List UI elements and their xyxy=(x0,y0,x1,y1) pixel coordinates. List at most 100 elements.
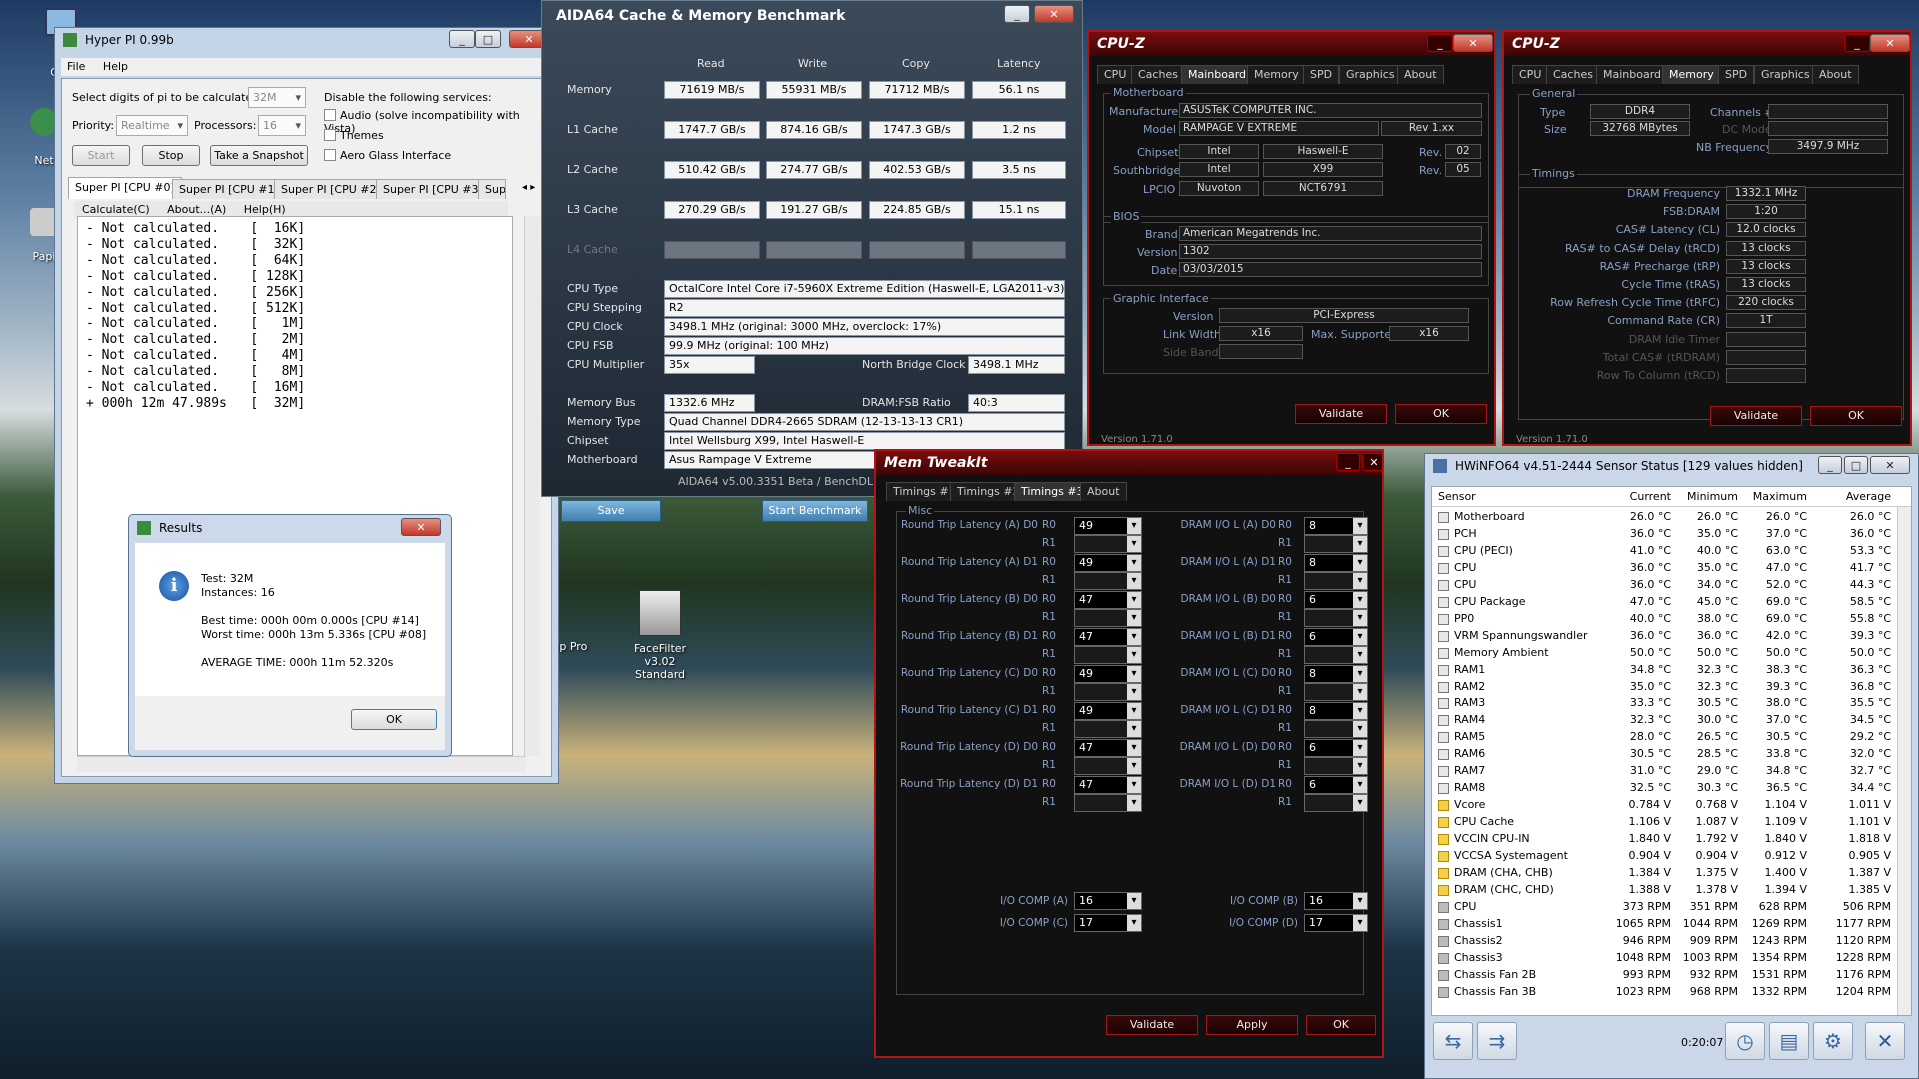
priority-select[interactable]: Realtime xyxy=(116,115,188,136)
latency-r1-select[interactable] xyxy=(1074,609,1142,627)
sensor-row[interactable]: CPU 36.0 °C 34.0 °C 52.0 °C 44.3 °C xyxy=(1432,577,1911,594)
dram-io-r0-select[interactable]: 6 xyxy=(1304,739,1368,757)
themes-checkbox[interactable] xyxy=(324,129,336,141)
sensor-row[interactable]: PP0 40.0 °C 38.0 °C 69.0 °C 55.8 °C xyxy=(1432,611,1911,628)
mti-apply-button[interactable]: Apply xyxy=(1206,1015,1298,1035)
sensor-row[interactable]: Chassis2 946 RPM 909 RPM 1243 RPM 1120 RPM xyxy=(1432,933,1911,950)
latency-r0-select[interactable]: 47 xyxy=(1074,739,1142,757)
hw-minimize-button[interactable]: _ xyxy=(1818,456,1842,474)
menu-calculate[interactable]: Calculate(C) xyxy=(82,203,150,216)
sensor-row[interactable]: RAM3 33.3 °C 30.5 °C 38.0 °C 35.5 °C xyxy=(1432,695,1911,712)
vertical-scrollbar[interactable] xyxy=(524,216,540,756)
latency-r1-select[interactable] xyxy=(1074,646,1142,664)
sensor-row[interactable]: Chassis1 1065 RPM 1044 RPM 1269 RPM 1177 RPM xyxy=(1432,916,1911,933)
results-ok-button[interactable]: OK xyxy=(351,709,437,730)
tab-cpu3[interactable]: Super PI [CPU #3] xyxy=(376,179,490,199)
tab-about[interactable]: About xyxy=(1397,65,1444,84)
sensor-row[interactable]: Vcore 0.784 V 0.768 V 1.104 V 1.011 V xyxy=(1432,797,1911,814)
cpuz2-validate-button[interactable]: Validate xyxy=(1710,406,1802,426)
aero-checkbox[interactable] xyxy=(324,149,336,161)
latency-r0-select[interactable]: 49 xyxy=(1074,517,1142,535)
tab-cpu[interactable]: CPU xyxy=(1512,65,1549,84)
latency-r1-select[interactable] xyxy=(1074,757,1142,775)
sensor-row[interactable]: DRAM (CHC, CHD) 1.388 V 1.378 V 1.394 V 1.38… xyxy=(1432,882,1911,899)
io-comp-b-select[interactable]: 16 xyxy=(1304,892,1368,910)
sensor-row[interactable]: RAM2 35.0 °C 32.3 °C 39.3 °C 36.8 °C xyxy=(1432,679,1911,696)
cpuz2-ok-button[interactable]: OK xyxy=(1810,406,1902,426)
menu-help-sub[interactable]: Help(H) xyxy=(244,203,286,216)
cpuz2-close-button[interactable]: ✕ xyxy=(1870,34,1910,52)
mti-close-button[interactable]: ✕ xyxy=(1362,453,1382,471)
dram-io-r0-select[interactable]: 6 xyxy=(1304,776,1368,794)
dram-io-r1-select[interactable] xyxy=(1304,757,1368,775)
dram-io-r1-select[interactable] xyxy=(1304,609,1368,627)
processors-select[interactable]: 16 xyxy=(258,115,306,136)
dram-io-r0-select[interactable]: 8 xyxy=(1304,554,1368,572)
sensor-row[interactable]: VCCSA Systemagent 0.904 V 0.904 V 0.912 V 0.… xyxy=(1432,848,1911,865)
sensor-row[interactable]: CPU Package 47.0 °C 45.0 °C 69.0 °C 58.5 °C xyxy=(1432,594,1911,611)
io-comp-c-select[interactable]: 17 xyxy=(1074,914,1142,932)
sensor-row[interactable]: Chassis Fan 3B 1023 RPM 968 RPM 1332 RPM 120… xyxy=(1432,984,1911,1001)
mti-validate-button[interactable]: Validate xyxy=(1106,1015,1198,1035)
aida-save-button[interactable]: Save xyxy=(561,500,661,522)
mti-minimize-button[interactable]: _ xyxy=(1336,453,1360,471)
dram-io-r1-select[interactable] xyxy=(1304,794,1368,812)
latency-r0-select[interactable]: 49 xyxy=(1074,665,1142,683)
cpuz2-minimize-button[interactable]: _ xyxy=(1844,34,1870,52)
tab-caches[interactable]: Caches xyxy=(1131,65,1185,84)
report-icon[interactable]: ▤ xyxy=(1769,1022,1809,1060)
sensor-row[interactable]: RAM5 28.0 °C 26.5 °C 30.5 °C 29.2 °C xyxy=(1432,729,1911,746)
dram-io-r0-select[interactable]: 8 xyxy=(1304,702,1368,720)
sensor-row[interactable]: Memory Ambient 50.0 °C 50.0 °C 50.0 °C 50.0 … xyxy=(1432,645,1911,662)
snapshot-button[interactable]: Take a Snapshot xyxy=(210,145,308,166)
dram-io-r1-select[interactable] xyxy=(1304,646,1368,664)
sensor-row[interactable]: CPU 36.0 °C 35.0 °C 47.0 °C 41.7 °C xyxy=(1432,560,1911,577)
latency-r1-select[interactable] xyxy=(1074,572,1142,590)
latency-r0-select[interactable]: 47 xyxy=(1074,776,1142,794)
cpuz1-ok-button[interactable]: OK xyxy=(1395,404,1487,424)
digits-select[interactable]: 32M xyxy=(248,87,306,108)
nav-arrows-icon[interactable]: ⇆ xyxy=(1433,1022,1473,1060)
sensor-row[interactable]: RAM7 31.0 °C 29.0 °C 34.8 °C 32.7 °C xyxy=(1432,763,1911,780)
menu-about[interactable]: About...(A) xyxy=(167,203,226,216)
tab-arrows[interactable]: ◂ ▸ xyxy=(522,182,535,193)
themes-checkbox-row[interactable]: Themes xyxy=(324,129,384,142)
sensor-row[interactable]: VRM Spannungswandler 36.0 °C 36.0 °C 42.0 °… xyxy=(1432,628,1911,645)
latency-r0-select[interactable]: 49 xyxy=(1074,554,1142,572)
dram-io-r0-select[interactable]: 8 xyxy=(1304,665,1368,683)
sensor-row[interactable]: DRAM (CHA, CHB) 1.384 V 1.375 V 1.400 V 1.38… xyxy=(1432,865,1911,882)
sensor-row[interactable]: RAM4 32.3 °C 30.0 °C 37.0 °C 34.5 °C xyxy=(1432,712,1911,729)
io-comp-d-select[interactable]: 17 xyxy=(1304,914,1368,932)
tab-spd[interactable]: SPD xyxy=(1718,65,1755,84)
dram-io-r1-select[interactable] xyxy=(1304,720,1368,738)
cpuz1-minimize-button[interactable]: _ xyxy=(1427,34,1453,52)
tab-spd[interactable]: SPD xyxy=(1303,65,1340,84)
aida-minimize-button[interactable]: _ xyxy=(1004,5,1030,23)
sensor-row[interactable]: Chassis3 1048 RPM 1003 RPM 1354 RPM 1228 RPM xyxy=(1432,950,1911,967)
sensor-row[interactable]: Motherboard 26.0 °C 26.0 °C 26.0 °C 26.0 °C xyxy=(1432,509,1911,526)
horizontal-scrollbar[interactable] xyxy=(77,756,526,772)
col-minimum[interactable]: Minimum xyxy=(1687,490,1738,503)
sensor-scrollbar[interactable] xyxy=(1897,507,1911,1015)
latency-r1-select[interactable] xyxy=(1074,535,1142,553)
tab-graphics[interactable]: Graphics xyxy=(1754,65,1817,84)
hw-maximize-button[interactable]: □ xyxy=(1844,456,1868,474)
col-current[interactable]: Current xyxy=(1630,490,1671,503)
dram-io-r0-select[interactable]: 8 xyxy=(1304,517,1368,535)
latency-r0-select[interactable]: 49 xyxy=(1074,702,1142,720)
tab-caches[interactable]: Caches xyxy=(1546,65,1600,84)
col-maximum[interactable]: Maximum xyxy=(1753,490,1807,503)
tab-cpu4[interactable]: Supe xyxy=(478,179,506,199)
clock-icon[interactable]: ◷ xyxy=(1725,1022,1765,1060)
aida-start-benchmark-button[interactable]: Start Benchmark xyxy=(762,500,868,522)
latency-r1-select[interactable] xyxy=(1074,683,1142,701)
sensor-row[interactable]: RAM1 34.8 °C 32.3 °C 38.3 °C 36.3 °C xyxy=(1432,662,1911,679)
audio-checkbox[interactable] xyxy=(324,109,336,121)
desktop-icon-facefilter[interactable]: FaceFilter v3.02 Standard xyxy=(618,590,702,681)
sensor-row[interactable]: CPU 373 RPM 351 RPM 628 RPM 506 RPM xyxy=(1432,899,1911,916)
settings-icon[interactable]: ⚙ xyxy=(1813,1022,1853,1060)
hw-close-button[interactable]: ✕ xyxy=(1870,456,1910,474)
tab-about[interactable]: About xyxy=(1812,65,1859,84)
dram-io-r1-select[interactable] xyxy=(1304,683,1368,701)
sensor-row[interactable]: RAM6 30.5 °C 28.5 °C 33.8 °C 32.0 °C xyxy=(1432,746,1911,763)
